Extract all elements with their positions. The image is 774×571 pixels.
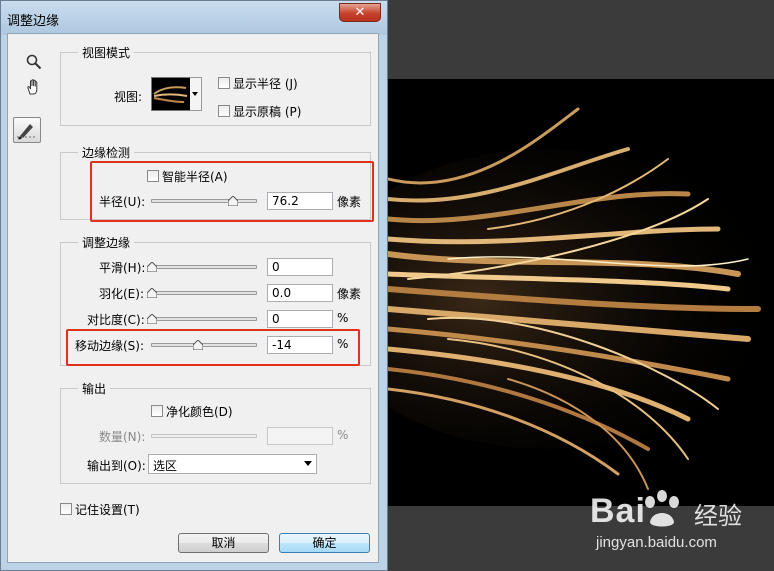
decontaminate-label[interactable]: 净化颜色(D) [166, 403, 233, 420]
output-to-label: 输出到(O): [87, 459, 146, 473]
amount-slider-track [151, 434, 257, 438]
smooth-slider-track[interactable] [151, 265, 257, 269]
watermark-url: jingyan.baidu.com [596, 534, 717, 551]
amount-label: 数量(N): [99, 430, 146, 444]
highlight-box-shift-edge [66, 329, 360, 366]
watermark-logo: Bai [590, 492, 646, 530]
smooth-label: 平滑(H): [99, 261, 146, 275]
output-to-value: 选区 [153, 459, 178, 473]
smooth-input[interactable]: 0 [267, 258, 333, 276]
title-bar[interactable]: 调整边缘 ✕ [1, 1, 387, 35]
view-mode-group [60, 52, 371, 126]
ok-button[interactable]: 确定 [279, 533, 370, 553]
contrast-label: 对比度(C): [87, 313, 145, 327]
feather-input[interactable]: 0.0 [267, 284, 333, 302]
amount-unit: % [337, 428, 349, 442]
view-thumbnail[interactable] [151, 77, 191, 111]
chevron-down-icon [192, 92, 198, 96]
show-radius-label[interactable]: 显示半径 (J) [233, 75, 298, 92]
output-to-select[interactable]: 选区 [148, 454, 317, 474]
decontaminate-checkbox[interactable] [151, 405, 163, 417]
feather-slider-track[interactable] [151, 291, 257, 295]
show-original-label[interactable]: 显示原稿 (P) [233, 103, 301, 120]
contrast-slider-thumb[interactable] [147, 314, 157, 324]
watermark-brand: 经验 [694, 502, 742, 530]
remember-settings-checkbox[interactable] [60, 503, 72, 515]
feather-slider-thumb[interactable] [147, 288, 157, 298]
remember-settings-label[interactable]: 记住设置(T) [75, 501, 140, 518]
contrast-input[interactable]: 0 [267, 310, 333, 328]
show-original-checkbox[interactable] [218, 105, 230, 117]
highlight-box-radius [90, 161, 374, 222]
refine-radius-tool-button[interactable] [13, 117, 41, 143]
amount-input [267, 427, 333, 445]
show-radius-checkbox[interactable] [218, 77, 230, 89]
output-title: 输出 [78, 380, 111, 397]
contrast-slider-track[interactable] [151, 317, 257, 321]
contrast-unit: % [337, 311, 349, 325]
smooth-slider-thumb[interactable] [147, 262, 157, 272]
view-mode-title: 视图模式 [78, 44, 135, 61]
brush-icon [17, 124, 35, 140]
chevron-down-icon [304, 461, 312, 466]
hair-thumbnail-icon [152, 78, 190, 110]
view-label: 视图: [114, 90, 143, 104]
zoom-icon[interactable] [26, 54, 42, 70]
document-image[interactable] [388, 79, 774, 506]
close-button[interactable]: ✕ [339, 3, 381, 22]
cancel-button[interactable]: 取消 [178, 533, 269, 553]
hand-icon[interactable] [25, 78, 43, 96]
dialog-title: 调整边缘 [7, 14, 60, 29]
view-dropdown-button[interactable] [190, 77, 202, 111]
paw-icon [645, 490, 679, 527]
baidu-watermark: Bai 经验 jingyan.baidu.com [590, 490, 770, 560]
feather-label: 羽化(E): [99, 287, 144, 301]
edge-detection-title: 边缘检测 [78, 144, 135, 161]
hair-image [388, 79, 774, 506]
adjust-edge-title: 调整边缘 [78, 234, 135, 251]
feather-unit: 像素 [337, 287, 362, 301]
